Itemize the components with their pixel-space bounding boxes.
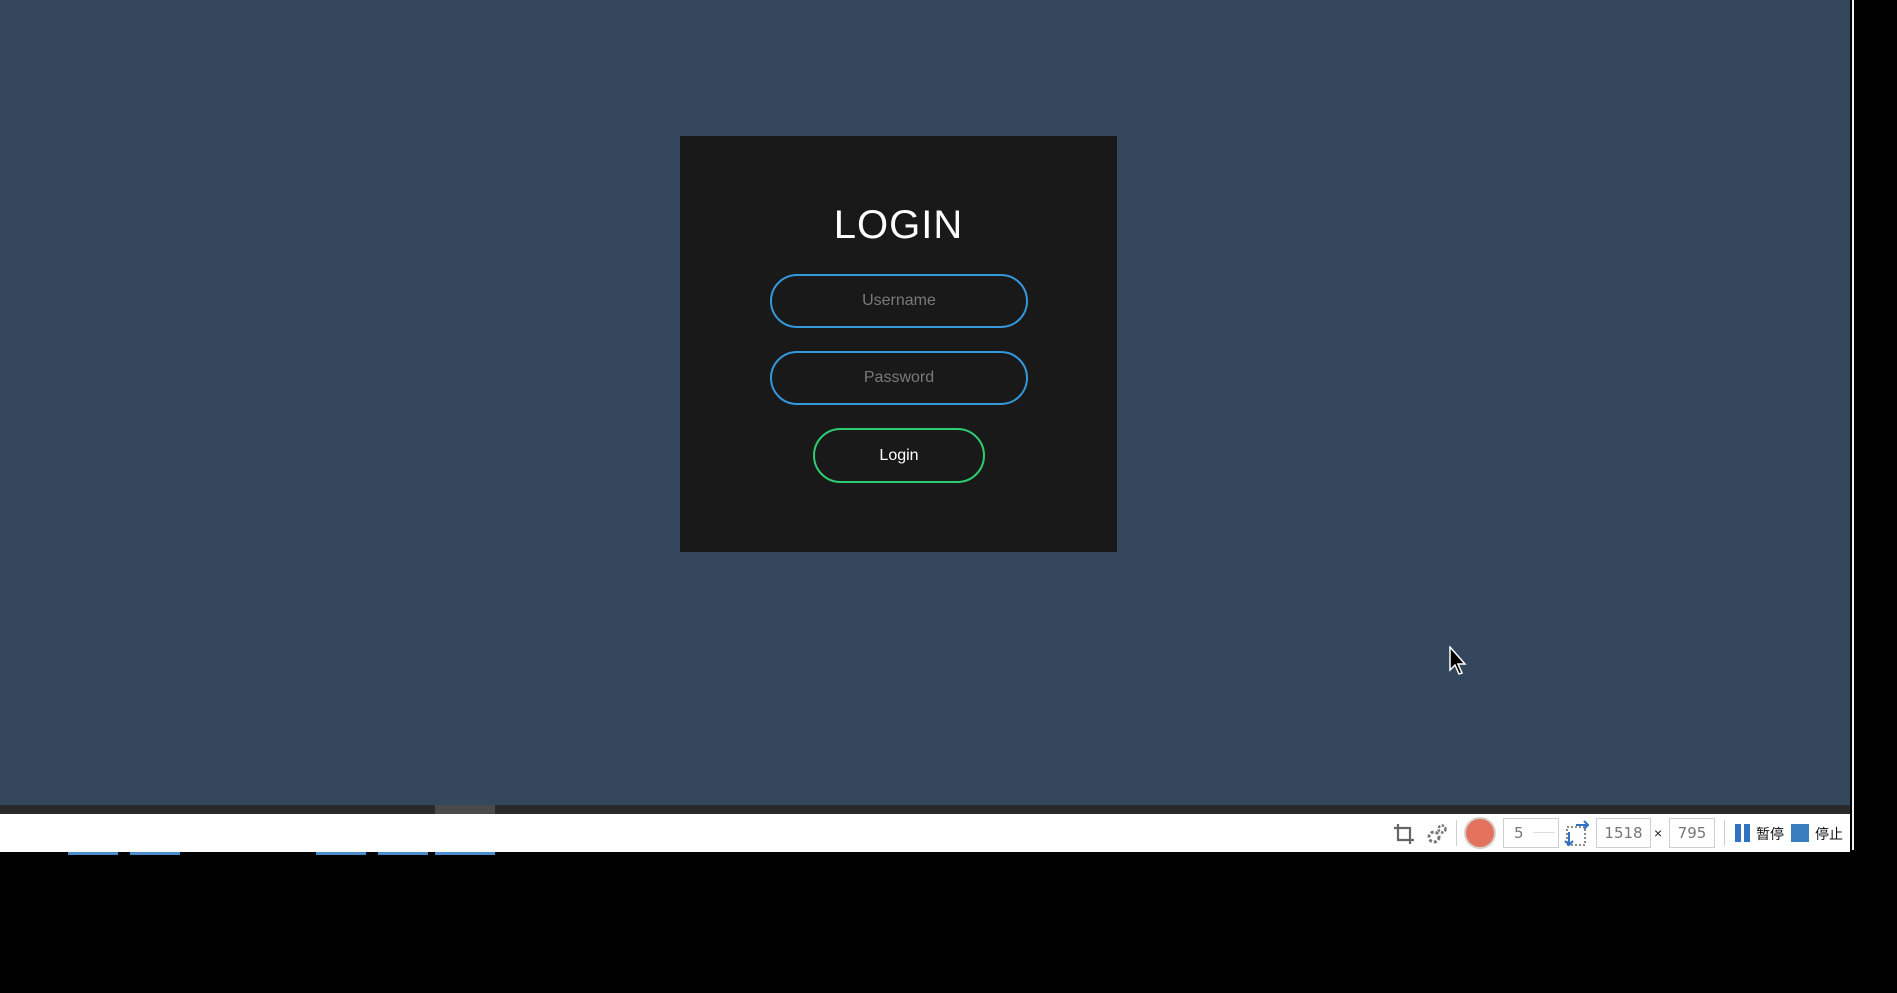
taskbar-marker (130, 852, 180, 855)
taskbar-marker (435, 852, 495, 855)
stop-label[interactable]: 停止 (1815, 824, 1843, 844)
pause-label[interactable]: 暂停 (1756, 824, 1784, 844)
taskbar-marker (378, 852, 428, 855)
fps-spinner[interactable] (1533, 832, 1555, 833)
crop-icon[interactable] (1392, 822, 1416, 846)
width-field[interactable]: 1518 (1596, 818, 1651, 848)
pause-icon[interactable] (1734, 824, 1752, 842)
login-title: LOGIN (833, 203, 964, 247)
mouse-cursor (1449, 646, 1467, 675)
horizontal-scrollbar[interactable] (0, 805, 1850, 814)
username-input[interactable] (770, 274, 1028, 328)
login-button[interactable]: Login (813, 428, 985, 483)
taskbar-marker (316, 852, 366, 855)
page-viewport: LOGIN Login (0, 0, 1850, 805)
scrollbar-thumb[interactable] (435, 805, 495, 814)
fps-field[interactable]: 5 (1503, 818, 1559, 848)
gear-icon[interactable] (1425, 822, 1449, 846)
record-icon[interactable] (1464, 817, 1496, 849)
toolbar-separator (1456, 820, 1457, 846)
stop-icon[interactable] (1791, 824, 1809, 842)
height-field[interactable]: 795 (1669, 818, 1715, 848)
window-edge-highlight (1852, 0, 1854, 850)
taskbar-marker (68, 852, 118, 855)
times-symbol: × (1654, 825, 1663, 841)
password-input[interactable] (770, 351, 1028, 405)
login-card (680, 136, 1117, 552)
resize-icon[interactable] (1564, 820, 1592, 848)
recorder-toolbar: 5 1518 × 795 暂停 停止 (0, 814, 1850, 852)
toolbar-separator (1724, 820, 1725, 846)
